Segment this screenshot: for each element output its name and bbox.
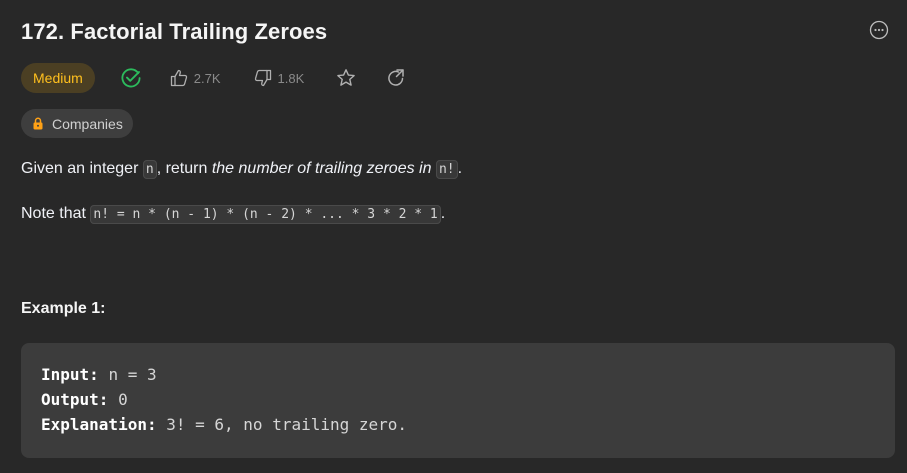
example-box: Input: n = 3 Output: 0 Explanation: 3! =…	[21, 343, 895, 458]
example-input-line: Input: n = 3	[41, 365, 157, 384]
like-count: 2.7K	[193, 70, 221, 86]
note-text: Note that	[21, 205, 91, 222]
example-input-label: Input:	[41, 365, 99, 384]
problem-title: 172. Factorial Trailing Zeroes	[21, 19, 328, 44]
dislike-button[interactable]: 1.8K	[253, 68, 305, 88]
example-input-value: n = 3	[108, 365, 157, 384]
example-title: Example 1:	[21, 300, 106, 317]
thumbs-up-icon	[170, 69, 187, 87]
solved-status	[120, 67, 142, 89]
example-output-label: Output:	[41, 390, 109, 409]
dislike-count: 1.8K	[277, 70, 305, 86]
favorite-button[interactable]	[336, 68, 356, 88]
share-button[interactable]	[386, 68, 406, 88]
description-text: Given an integer	[21, 160, 143, 177]
description-text: .	[457, 160, 463, 177]
description-paragraph: Given an integer n, return the number of…	[21, 160, 463, 179]
description-text: , return	[156, 160, 212, 177]
companies-button[interactable]: Companies	[21, 109, 133, 138]
description-emphasis: the number of trailing zeroes in	[211, 160, 436, 177]
inline-code-factorial: n!	[435, 160, 458, 179]
solved-check-icon	[121, 68, 141, 88]
inline-code-factorial-formula: n! = n * (n - 1) * (n - 2) * ... * 3 * 2…	[90, 205, 441, 224]
more-options-button[interactable]	[869, 20, 889, 40]
more-icon	[869, 20, 889, 40]
example-output-value: 0	[118, 390, 128, 409]
inline-code-n: n	[142, 160, 157, 179]
difficulty-badge: Medium	[21, 63, 95, 93]
like-button[interactable]: 2.7K	[169, 68, 221, 88]
example-explanation-line: Explanation: 3! = 6, no trailing zero.	[41, 415, 407, 434]
example-output-line: Output: 0	[41, 390, 128, 409]
companies-label: Companies	[52, 115, 123, 132]
star-icon	[337, 69, 356, 86]
note-paragraph: Note that n! = n * (n - 1) * (n - 2) * .…	[21, 205, 446, 224]
example-explanation-label: Explanation:	[41, 415, 157, 434]
lock-icon	[33, 117, 43, 130]
share-icon	[388, 69, 405, 86]
example-explanation-value: 3! = 6, no trailing zero.	[166, 415, 408, 434]
thumbs-down-icon	[254, 69, 271, 87]
note-text: .	[440, 205, 446, 222]
problem-meta-row: Medium 2.7K 1.8K	[21, 63, 406, 93]
